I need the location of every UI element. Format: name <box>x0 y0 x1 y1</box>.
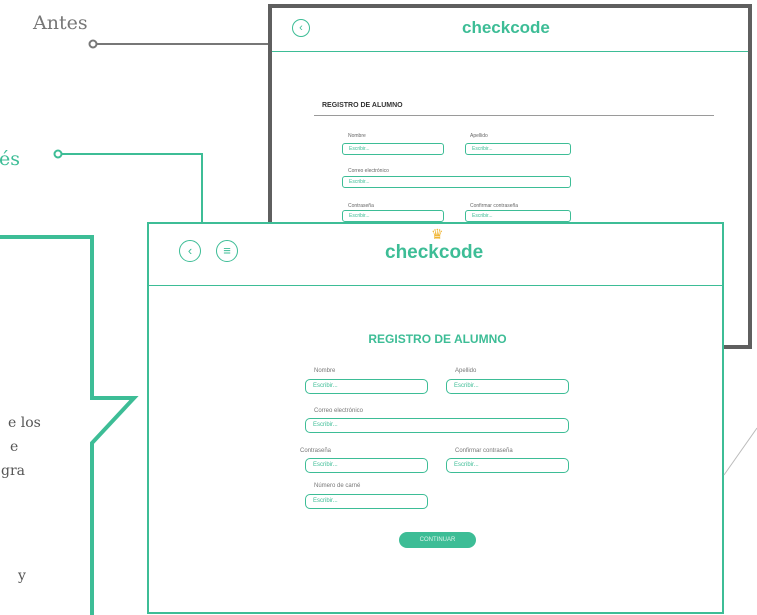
old-logo: checkcode <box>462 18 550 37</box>
callout-line-4: y <box>18 568 26 584</box>
old-password-label: Contraseña <box>348 203 374 209</box>
crown-icon: ♛ <box>431 226 444 242</box>
new-header: ‹ ≡ ♛ checkcode <box>149 224 722 286</box>
email-field[interactable]: Escribir... <box>305 418 569 433</box>
old-page-title: REGISTRO DE ALUMNO <box>322 102 403 109</box>
menu-icon[interactable]: ≡ <box>216 240 238 262</box>
connector-antes <box>88 39 272 49</box>
annotation-antes: Antes <box>33 12 88 34</box>
confirm-password-field[interactable]: Escribir... <box>446 458 569 473</box>
old-last-name-label: Apellido <box>470 133 488 139</box>
last-name-field[interactable]: Escribir... <box>446 379 569 394</box>
password-field[interactable]: Escribir... <box>305 458 428 473</box>
annotation-despues: és <box>0 148 20 170</box>
callout-line-1: e los <box>8 415 41 431</box>
back-icon[interactable]: ‹ <box>292 19 310 37</box>
back-icon[interactable]: ‹ <box>179 240 201 262</box>
old-first-name-field[interactable]: Escribir... <box>342 143 444 155</box>
confirm-password-label: Confirmar contraseña <box>455 448 513 454</box>
old-confirm-field[interactable]: Escribir... <box>465 210 571 222</box>
old-email-label: Correo electrónico <box>348 168 389 174</box>
old-divider <box>314 115 714 116</box>
old-last-name-field[interactable]: Escribir... <box>465 143 571 155</box>
old-confirm-label: Confirmar contraseña <box>470 203 519 209</box>
page-title: REGISTRO DE ALUMNO <box>368 332 507 346</box>
decorative-diagonal <box>723 427 757 476</box>
new-logo: checkcode <box>385 242 484 263</box>
card-number-field[interactable]: Escribir... <box>305 494 428 509</box>
first-name-field[interactable]: Escribir... <box>305 379 428 394</box>
callout-line-2: e <box>10 439 19 455</box>
old-email-field[interactable]: Escribir... <box>342 176 571 188</box>
old-header: ‹ checkcode <box>272 8 748 52</box>
continue-button[interactable]: CONTINUAR <box>399 532 476 548</box>
first-name-label: Nombre <box>314 368 336 374</box>
password-label: Contraseña <box>300 448 332 454</box>
old-first-name-label: Nombre <box>348 133 366 139</box>
email-label: Correo electrónico <box>314 408 364 414</box>
old-password-field[interactable]: Escribir... <box>342 210 444 222</box>
card-number-label: Número de carné <box>314 483 361 489</box>
last-name-label: Apellido <box>455 368 477 374</box>
callout-line-3: gra <box>1 463 26 479</box>
connector-despues <box>53 149 203 225</box>
new-screen: ‹ ≡ ♛ checkcode REGISTRO DE ALUMNO Nombr… <box>147 222 724 614</box>
